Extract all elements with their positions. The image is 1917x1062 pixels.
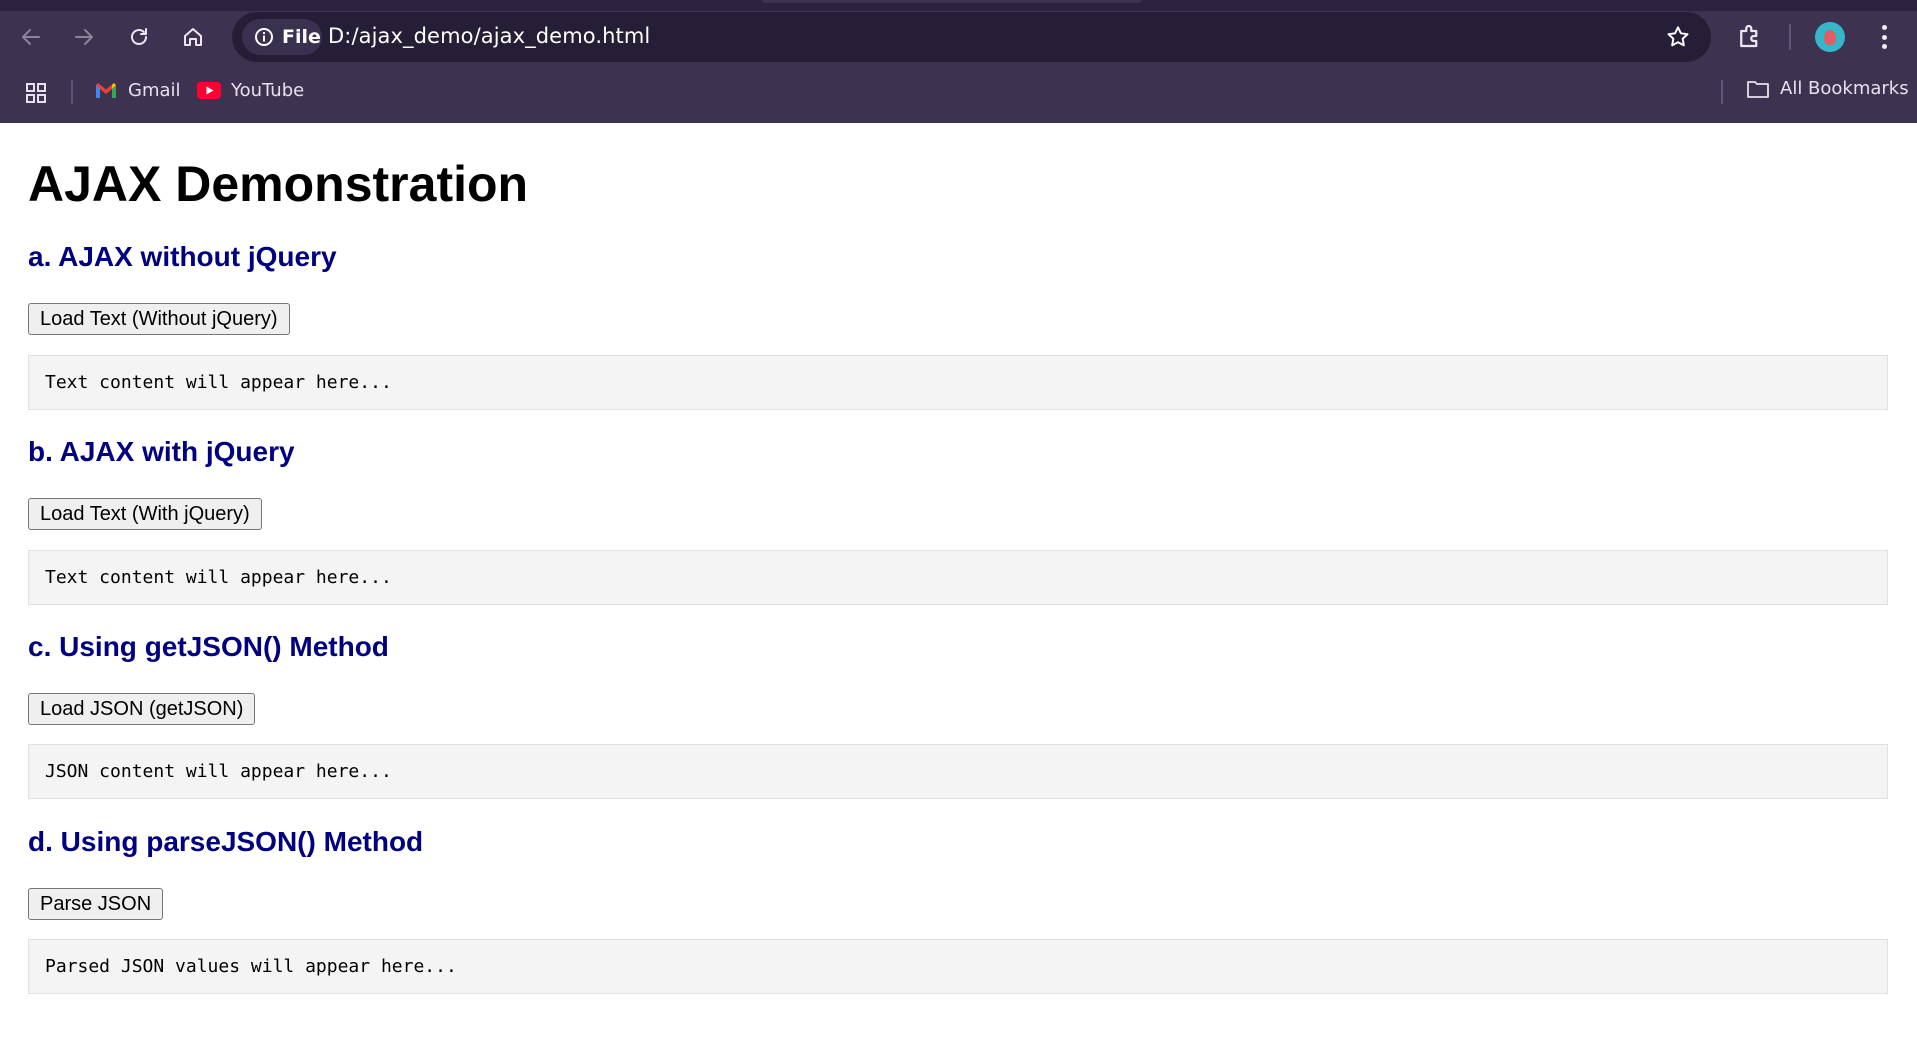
section-c-title: c. Using getJSON() Method (28, 631, 389, 662)
youtube-icon (197, 78, 221, 102)
section-d-title: d. Using parseJSON() Method (28, 826, 424, 857)
page-viewport: AJAX Demonstration a. AJAX without jQuer… (0, 123, 1917, 1062)
load-text-without-jquery-button[interactable]: Load Text (Without jQuery) (28, 303, 290, 335)
section-c-output: JSON content will appear here... (28, 744, 1888, 799)
bookmark-star-icon[interactable] (1665, 24, 1691, 50)
avatar-figure (1824, 30, 1836, 45)
section-d-output: Parsed JSON values will appear here... (28, 939, 1888, 994)
section-a-title: a. AJAX without jQuery (28, 241, 337, 272)
parse-json-button[interactable]: Parse JSON (28, 888, 164, 920)
browser-chrome: File D:/ajax_demo/ajax_demo.html Gmail Y… (0, 0, 1917, 123)
address-bar[interactable]: File D:/ajax_demo/ajax_demo.html (232, 12, 1711, 62)
tab-strip (0, 0, 1917, 11)
bookmark-label: YouTube (231, 79, 305, 101)
url-text[interactable]: D:/ajax_demo/ajax_demo.html (328, 24, 650, 48)
profile-avatar[interactable] (1815, 22, 1845, 52)
load-json-getjson-button[interactable]: Load JSON (getJSON) (28, 693, 256, 725)
bookmarks-bar: Gmail YouTube All Bookmarks (0, 72, 1917, 112)
bookmarks-divider (71, 80, 73, 104)
toolbar-divider (1789, 24, 1791, 50)
back-arrow-icon (22, 29, 40, 45)
reload-button[interactable] (120, 18, 158, 56)
forward-arrow-icon (75, 29, 93, 45)
load-text-with-jquery-button[interactable]: Load Text (With jQuery) (28, 498, 262, 530)
section-b-output: Text content will appear here... (28, 550, 1888, 605)
menu-kebab-icon[interactable] (1877, 22, 1891, 52)
bookmark-gmail[interactable]: Gmail (94, 78, 181, 102)
home-button[interactable] (174, 18, 212, 56)
all-bookmarks-button[interactable]: All Bookmarks (1746, 78, 1909, 99)
apps-grid-icon[interactable] (24, 81, 48, 105)
bookmark-youtube[interactable]: YouTube (197, 78, 304, 102)
back-button[interactable] (12, 18, 50, 56)
site-chip-label: File (282, 26, 321, 48)
site-info-chip[interactable]: File (242, 19, 322, 55)
extensions-icon[interactable] (1735, 21, 1765, 51)
info-icon (255, 28, 273, 46)
gmail-icon (94, 78, 118, 102)
forward-button[interactable] (65, 18, 103, 56)
reload-icon (131, 28, 147, 45)
bookmarks-right-divider (1721, 80, 1723, 104)
page-title: AJAX Demonstration (28, 156, 529, 212)
folder-icon (1747, 80, 1769, 98)
section-b-title: b. AJAX with jQuery (28, 436, 295, 467)
bookmark-label: Gmail (128, 79, 181, 101)
section-a-output: Text content will appear here... (28, 355, 1888, 410)
active-tab-edge[interactable] (762, 0, 1142, 3)
home-icon (184, 28, 202, 46)
all-bookmarks-label: All Bookmarks (1780, 78, 1909, 99)
